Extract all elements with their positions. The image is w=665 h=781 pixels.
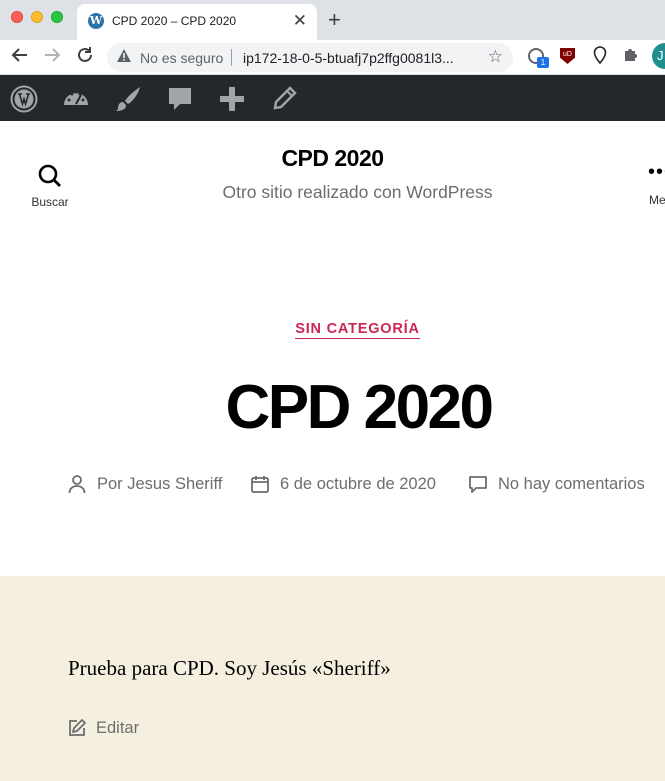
wp-admin-bar <box>0 75 665 121</box>
wordpress-favicon-icon: W <box>88 13 104 29</box>
dashboard-gauge-icon[interactable] <box>62 85 90 113</box>
site-description: Otro sitio realizado con WordPress <box>222 182 493 202</box>
post-body-text: Prueba para CPD. Soy Jesús «Sheriff» <box>68 656 391 680</box>
warning-triangle-icon[interactable] <box>116 48 132 67</box>
edit-icon <box>69 719 86 736</box>
browser-toolbar: No es seguro ip172-18-0-5-btuafj7p2ffg00… <box>0 40 665 75</box>
menu-label: Menú <box>649 193 665 207</box>
customize-brush-icon[interactable] <box>114 85 142 113</box>
address-divider <box>231 49 232 66</box>
wordpress-logo-icon[interactable] <box>10 85 38 113</box>
location-pin-icon[interactable] <box>592 46 608 69</box>
post-category: SIN CATEGORÍA <box>0 320 665 339</box>
menu-toggle-button[interactable]: ••• Menú <box>648 161 665 207</box>
bookmark-star-icon[interactable]: ☆ <box>488 47 503 67</box>
edit-pencil-icon[interactable] <box>270 85 298 113</box>
calendar-icon <box>251 476 269 493</box>
extension-badge: 1 <box>537 57 549 68</box>
extension-tracker-icon[interactable]: 1 <box>528 48 549 68</box>
reload-icon[interactable] <box>75 45 95 71</box>
window-minimize-button[interactable] <box>31 11 43 23</box>
browser-tab-active[interactable]: W CPD 2020 – CPD 2020 ✕ <box>77 4 317 40</box>
menu-dots-icon: ••• <box>648 161 665 183</box>
ublock-shield-icon[interactable]: uD <box>560 48 575 64</box>
forward-arrow-icon[interactable] <box>42 45 62 71</box>
post-content: Prueba para CPD. Soy Jesús «Sheriff» Edi… <box>0 576 665 781</box>
window-close-button[interactable] <box>11 11 23 23</box>
security-status-label[interactable]: No es seguro <box>140 50 223 66</box>
extensions-puzzle-icon[interactable] <box>623 45 640 67</box>
comments-link[interactable]: No hay comentarios <box>498 475 645 494</box>
tab-title: CPD 2020 – CPD 2020 <box>112 14 237 28</box>
comments-bubble-icon[interactable] <box>166 85 194 113</box>
date-link[interactable]: 6 de octubre de 2020 <box>280 475 436 494</box>
post-title: CPD 2020 <box>225 373 494 442</box>
back-arrow-icon[interactable] <box>10 45 30 71</box>
tab-close-icon[interactable]: ✕ <box>293 11 307 31</box>
user-icon <box>68 475 86 494</box>
edit-label[interactable]: Editar <box>96 719 139 738</box>
comment-icon <box>469 476 487 493</box>
browser-tab-strip: W CPD 2020 – CPD 2020 ✕ + <box>0 0 665 40</box>
new-tab-button[interactable]: + <box>328 8 341 32</box>
url-text[interactable]: ip172-18-0-5-btuafj7p2ffg0081l3... <box>243 50 478 66</box>
author-link[interactable]: Por Jesus Sheriff <box>97 475 222 494</box>
category-link[interactable]: SIN CATEGORÍA <box>295 321 420 339</box>
window-maximize-button[interactable] <box>51 11 63 23</box>
site-title[interactable]: CPD 2020 <box>0 145 665 172</box>
site-header: Buscar CPD 2020 Otro sitio realizado con… <box>0 121 665 221</box>
address-bar[interactable]: No es seguro ip172-18-0-5-btuafj7p2ffg00… <box>107 43 513 72</box>
new-content-plus-icon[interactable] <box>218 85 246 113</box>
